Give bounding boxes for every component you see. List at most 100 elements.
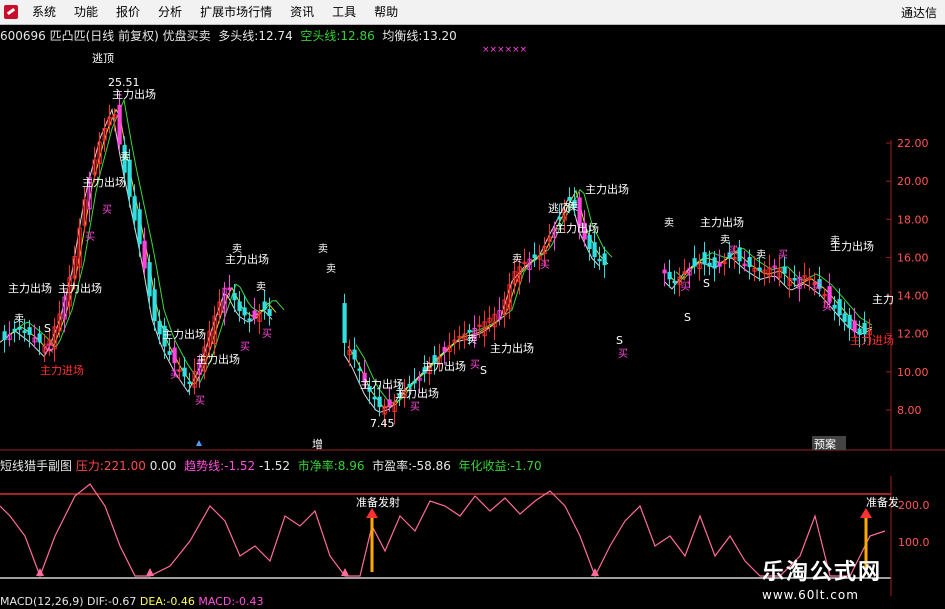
escape-top-label: 逃顶 — [548, 202, 570, 215]
candle-body — [2, 331, 7, 340]
candle-body — [242, 307, 247, 316]
buy-signal-label: 买 — [85, 231, 95, 243]
candle-body — [662, 269, 667, 274]
candle-body — [227, 287, 232, 291]
signal-launch-label: 准备发射 — [356, 495, 400, 509]
s-signal-label: S — [703, 277, 710, 290]
buy-signal-label: 买 — [170, 369, 180, 381]
buy-signal-label: 买 — [822, 301, 832, 313]
candle-body — [372, 396, 377, 400]
candle-body — [567, 196, 572, 201]
buy-signal-label: 买 — [102, 204, 112, 216]
buy-signal-label: 买 — [262, 328, 272, 340]
price-chart[interactable]: 22.0020.0018.0016.0014.0012.0010.008.00 … — [0, 0, 945, 455]
candle-body — [747, 257, 752, 268]
candle-body — [172, 347, 177, 364]
oscillator-line — [0, 483, 886, 578]
candle-body — [602, 253, 607, 266]
buy-signal-label: 买 — [778, 249, 788, 261]
sell-signal-label: 卖 — [14, 313, 24, 325]
s-signal-label: S — [480, 364, 487, 377]
pb-value: 8.96 — [337, 459, 365, 473]
main-out-label: 主力出场 — [585, 182, 629, 196]
candle-body — [232, 292, 237, 301]
sell-signal-label: 卖 — [326, 263, 336, 275]
sell-signal-label: 卖 — [720, 234, 730, 246]
candle-body — [717, 262, 722, 267]
sell-signal-label: 卖 — [664, 217, 674, 229]
sell-signal-label: 卖 — [120, 151, 130, 163]
osc-tick-100: 100.0 — [898, 536, 930, 549]
buy-signal-label: 买 — [728, 245, 738, 257]
candle-body — [342, 303, 347, 343]
mark-label: 预案 — [814, 437, 836, 451]
candle-body — [592, 242, 597, 258]
candle-body — [827, 286, 832, 302]
price-tick-label: 10.00 — [897, 366, 929, 379]
up-arrow-icon — [196, 440, 202, 446]
candle-body — [267, 309, 272, 317]
candle-body — [127, 159, 132, 197]
candle-body — [442, 346, 447, 352]
candle-body — [532, 254, 537, 259]
buy-signal-label: 买 — [44, 343, 54, 355]
main-in-label: 主力进场 — [40, 363, 84, 377]
candle-body — [692, 258, 697, 267]
candle-body — [587, 234, 592, 249]
dea-value: -0.46 — [166, 595, 195, 608]
main-out-label: 主力出场 — [112, 87, 156, 101]
main-out-label: 主力出场 — [82, 175, 126, 189]
s-signal-label: S — [616, 334, 623, 347]
candle-body — [167, 351, 172, 355]
candle-body — [117, 104, 122, 145]
pb-label: 市净率: — [297, 459, 338, 473]
main-out-label: 主力出场 — [555, 221, 599, 235]
add-signal-label: 增 — [312, 437, 323, 451]
candle-body — [847, 314, 852, 329]
candle-body — [142, 240, 147, 269]
sub-chart-info: 短线猎手副图 压力:221.00 0.00 趋势线:-1.52 -1.52 市净… — [0, 457, 542, 475]
macd-label: MACD: — [198, 595, 236, 608]
launch-arrow-icon — [860, 508, 872, 518]
candle-body — [467, 329, 472, 333]
candle-body — [357, 368, 362, 371]
main-in-label: 主力进场 — [850, 333, 894, 347]
candle-body — [792, 278, 797, 281]
macd-name: MACD(12,26,9) — [0, 595, 84, 608]
candle-body — [702, 252, 707, 265]
launch-arrow-icon — [366, 508, 378, 518]
candle-body — [707, 262, 712, 267]
candle-body — [557, 216, 562, 220]
candle-body — [132, 196, 137, 221]
sell-signal-label: 卖 — [756, 249, 766, 261]
watermark-name: 乐淘公式网 — [762, 560, 883, 585]
sub-chart-name: 短线猎手副图 — [0, 459, 73, 473]
launch-marker-icon — [146, 568, 154, 576]
marker-dots-2: ×× — [512, 45, 527, 55]
annual-value: -1.70 — [510, 459, 542, 473]
candle-body — [712, 257, 717, 269]
price-tick-label: 16.00 — [897, 251, 929, 264]
candle-body — [182, 367, 187, 377]
main-out-label: 主力出场 — [58, 281, 102, 295]
candle-body — [377, 396, 382, 408]
buy-signal-label: 买 — [540, 259, 550, 271]
candle-body — [387, 399, 392, 407]
candle-body — [837, 299, 842, 316]
sell-signal-label: 卖 — [232, 243, 242, 255]
osc-tick-200: 200.0 — [898, 499, 930, 512]
buy-signal-label: 买 — [195, 395, 205, 407]
candle-body — [37, 333, 42, 343]
candle-body — [412, 380, 417, 384]
candle-body — [247, 318, 252, 321]
candle-body — [782, 266, 787, 274]
sell-signal-label: 卖 — [318, 243, 328, 255]
main-out-label: 主力出场 — [196, 352, 240, 366]
buy-signal-label: 买 — [618, 348, 628, 360]
candle-body — [352, 349, 357, 360]
low-price-label: 7.45 — [370, 417, 395, 430]
marker-dots: ×××× — [482, 45, 512, 55]
candle-body — [672, 280, 677, 284]
main-out-label: 主力出场 — [8, 281, 52, 295]
main-out-label: 主力出场 — [422, 359, 466, 373]
